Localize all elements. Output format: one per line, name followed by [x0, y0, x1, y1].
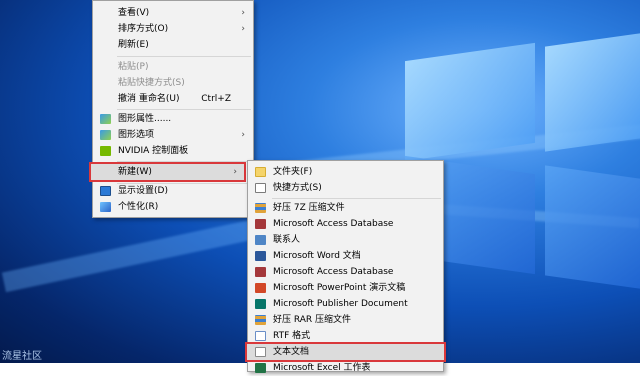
menu-item-graphics-properties[interactable]: 图形属性......	[93, 111, 253, 127]
desktop-context-menu: 查看(V) › 排序方式(O) › 刷新(E) 粘贴(P) 粘贴快捷方式(S) …	[89, 0, 254, 218]
menu-item-personalize[interactable]: 个性化(R)	[93, 199, 253, 215]
submenu-item-rar-archive[interactable]: 好压 RAR 压缩文件	[248, 312, 443, 328]
nvidia-icon	[100, 146, 111, 156]
watermark-text: 流星社区	[2, 351, 42, 362]
submenu-item-word-document[interactable]: Microsoft Word 文档	[248, 248, 443, 264]
submenu-item-contact[interactable]: 联系人	[248, 232, 443, 248]
publisher-icon	[255, 299, 266, 309]
new-submenu: 文件夹(F) 快捷方式(S) 好压 7Z 压缩文件 Microsoft Acce…	[245, 160, 446, 373]
personalize-icon	[100, 202, 111, 212]
menu-item-view[interactable]: 查看(V) ›	[93, 5, 253, 21]
powerpoint-icon	[255, 283, 266, 293]
submenu-item-rtf[interactable]: RTF 格式	[248, 328, 443, 344]
chevron-right-icon: ›	[241, 24, 245, 34]
menu-item-paste-shortcut[interactable]: 粘贴快捷方式(S)	[93, 75, 253, 91]
submenu-item-access-database-2[interactable]: Microsoft Access Database	[248, 264, 443, 280]
submenu-item-folder[interactable]: 文件夹(F)	[248, 164, 443, 180]
menu-item-undo-rename[interactable]: 撤消 重命名(U) Ctrl+Z	[93, 91, 253, 107]
chevron-right-icon: ›	[241, 130, 245, 140]
chevron-right-icon: ›	[241, 8, 245, 18]
submenu-item-publisher[interactable]: Microsoft Publisher Document	[248, 296, 443, 312]
display-icon	[100, 186, 111, 196]
menu-item-paste[interactable]: 粘贴(P)	[93, 59, 253, 75]
shortcut-text: Ctrl+Z	[201, 94, 231, 104]
access-icon	[255, 267, 266, 277]
intel-graphics-icon	[100, 130, 111, 140]
access-icon	[255, 219, 266, 229]
menu-item-nvidia-control-panel[interactable]: NVIDIA 控制面板	[93, 143, 253, 159]
intel-graphics-icon	[100, 114, 111, 124]
menu-item-sort[interactable]: 排序方式(O) ›	[93, 21, 253, 37]
word-icon	[255, 251, 266, 261]
contact-icon	[255, 235, 266, 245]
text-document-icon	[255, 347, 266, 357]
windows-logo-pane	[405, 42, 535, 162]
submenu-item-excel[interactable]: Microsoft Excel 工作表	[248, 360, 443, 376]
menu-separator	[117, 161, 251, 162]
folder-icon	[255, 167, 266, 177]
submenu-item-access-database[interactable]: Microsoft Access Database	[248, 216, 443, 232]
excel-icon	[255, 363, 266, 373]
windows-logo-pane	[545, 33, 640, 152]
windows-logo-pane	[545, 165, 640, 289]
archive-icon	[255, 203, 266, 213]
submenu-item-shortcut[interactable]: 快捷方式(S)	[248, 180, 443, 196]
menu-separator	[272, 198, 441, 199]
menu-separator	[117, 109, 251, 110]
archive-icon	[255, 315, 266, 325]
submenu-item-7z-archive[interactable]: 好压 7Z 压缩文件	[248, 200, 443, 216]
menu-item-graphics-options[interactable]: 图形选项 ›	[93, 127, 253, 143]
chevron-right-icon: ›	[233, 167, 237, 177]
menu-item-display-settings[interactable]: 显示设置(D)	[93, 183, 253, 199]
menu-item-refresh[interactable]: 刷新(E)	[93, 37, 253, 53]
menu-separator	[117, 56, 251, 57]
rtf-document-icon	[255, 331, 266, 341]
submenu-item-text-document[interactable]: 文本文档	[245, 342, 446, 362]
shortcut-icon	[255, 183, 266, 193]
submenu-item-powerpoint[interactable]: Microsoft PowerPoint 演示文稿	[248, 280, 443, 296]
menu-item-new[interactable]: 新建(W) ›	[89, 162, 246, 182]
